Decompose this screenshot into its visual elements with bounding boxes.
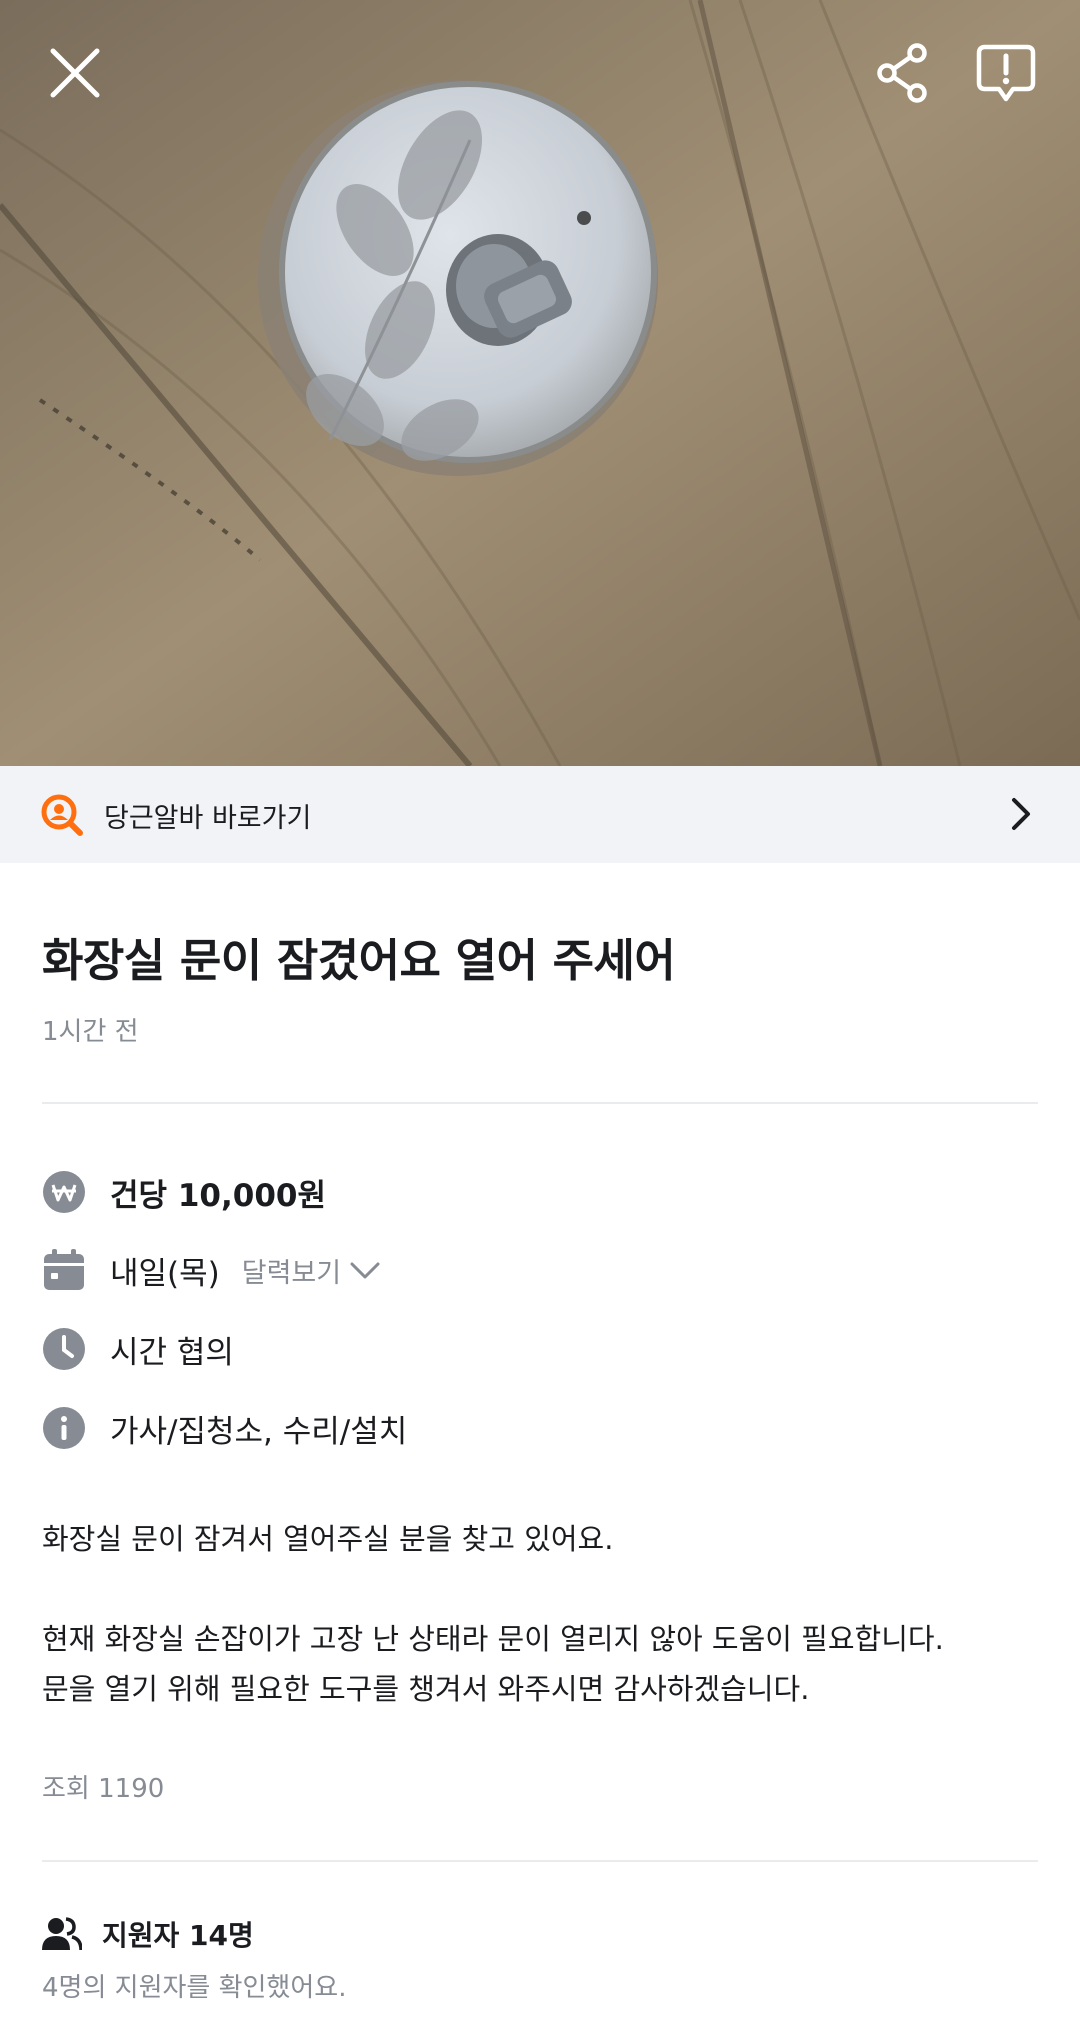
post-title: 화장실 문이 잠겼어요 열어 주세어 [42,934,676,987]
pay-row: 건당 10,000원 [42,1168,326,1216]
divider [42,1102,1038,1104]
category-text: 가사/집청소, 수리/설치 [110,1413,408,1450]
calendar-icon [42,1248,86,1292]
post-time: 1시간 전 [42,1017,139,1047]
applicants-checked: 4명의 지원자를 확인했어요. [42,1973,347,2003]
work-time-text: 시간 협의 [110,1334,234,1371]
clock-icon [42,1327,86,1371]
post-body: 화장실 문이 잠겨서 열어주실 분을 찾고 있어요. 현재 화장실 손잡이가 고… [42,1514,1042,1714]
category-row: 가사/집청소, 수리/설치 [42,1404,407,1452]
post-photo[interactable] [0,0,1080,766]
date-text: 내일(목) [110,1255,220,1292]
close-button[interactable] [40,38,110,108]
info-icon [42,1406,86,1450]
date-row: 내일(목) 달력보기 [42,1246,381,1294]
won-icon [42,1170,86,1214]
close-icon [50,48,100,98]
alba-search-icon [41,794,83,836]
time-row: 시간 협의 [42,1325,234,1373]
alba-shortcut-banner[interactable]: 당근알바 바로가기 [0,766,1080,863]
share-button[interactable] [868,38,938,108]
chevron-down-icon[interactable] [349,1259,381,1281]
door-lock-photo [0,0,1080,766]
body-line: 문을 열기 위해 필요한 도구를 챙겨서 와주시면 감사하겠습니다. [42,1672,810,1706]
people-icon [42,1917,82,1951]
applicants-count: 지원자 14명 [102,1919,254,1952]
chevron-right-icon [1012,798,1030,830]
divider [42,1860,1038,1862]
banner-label: 당근알바 바로가기 [104,803,312,834]
share-icon [877,43,927,103]
report-icon [976,44,1036,102]
body-line: 현재 화장실 손잡이가 고장 난 상태라 문이 열리지 않아 도움이 필요합니다… [42,1622,944,1656]
report-button[interactable] [970,38,1042,110]
calendar-link[interactable]: 달력보기 [242,1251,341,1290]
body-line: 화장실 문이 잠겨서 열어주실 분을 찾고 있어요. [42,1522,614,1556]
pay-text: 건당 10,000원 [110,1177,326,1214]
view-count: 조회 1190 [42,1774,165,1804]
applicants-header[interactable]: 지원자 14명 [42,1912,254,1956]
